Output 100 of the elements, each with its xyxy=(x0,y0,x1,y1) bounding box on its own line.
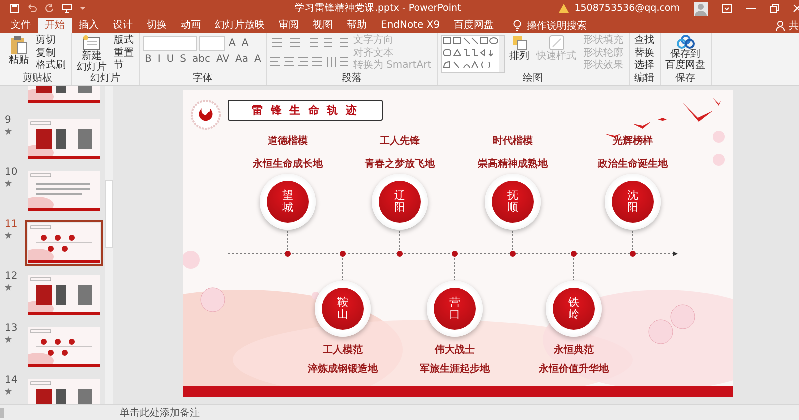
person-icon[interactable] xyxy=(776,20,785,30)
font-size-button[interactable]: A xyxy=(240,38,251,49)
font-size-field[interactable] xyxy=(199,36,225,51)
ribbon-tab[interactable]: 审阅 xyxy=(272,18,306,33)
group-label: 剪贴板 xyxy=(22,73,54,85)
notes-edge xyxy=(0,408,4,418)
milestone-subtitle: 永恒生命成长地 xyxy=(253,159,323,171)
share-button[interactable]: 共 xyxy=(789,18,799,32)
milestone-subtitle: 崇高精神成熟地 xyxy=(478,159,548,171)
save-icon[interactable] xyxy=(10,4,19,13)
ribbon-tab[interactable]: 视图 xyxy=(306,18,340,33)
notes-field[interactable]: 单击此处添加备注 xyxy=(120,406,200,420)
slideshow-icon[interactable] xyxy=(62,4,72,13)
ribbon-command[interactable]: 选择 xyxy=(632,60,657,72)
timeline-dot xyxy=(397,251,403,257)
milestone-subtitle: 永恒价值升华地 xyxy=(539,364,609,376)
ribbon-command[interactable]: 重置 xyxy=(112,48,136,60)
slide-number: 10 xyxy=(5,168,18,178)
close-icon[interactable] xyxy=(793,4,799,13)
slide-thumbnail[interactable] xyxy=(25,116,103,162)
font-format-button[interactable]: B xyxy=(143,54,154,65)
arrange-button[interactable]: 排列 xyxy=(508,35,532,62)
slide-thumbnail[interactable] xyxy=(25,272,103,318)
timeline-dot xyxy=(285,251,291,257)
font-format-button[interactable]: S xyxy=(178,54,189,65)
ribbon-command[interactable]: 剪切 xyxy=(34,35,68,48)
font-format-button[interactable]: AV xyxy=(214,54,232,65)
ribbon-tab[interactable]: 插入 xyxy=(72,18,106,33)
window-title: 学习雷锋精神党课.pptx - PowerPoint xyxy=(295,2,462,15)
slide-title: 雷 锋 生 命 轨 迹 xyxy=(228,100,383,121)
lightbulb-icon xyxy=(513,20,522,31)
caret-icon[interactable] xyxy=(80,6,86,11)
ribbon-command[interactable]: 格式刷 xyxy=(34,60,68,72)
restore-icon[interactable] xyxy=(770,4,779,13)
slide-thumbnail[interactable] xyxy=(25,220,103,266)
scrollbar[interactable] xyxy=(105,86,113,404)
ribbon-tab[interactable]: 动画 xyxy=(174,18,208,33)
group-label: 保存 xyxy=(674,73,697,85)
slide-number: 14 xyxy=(5,376,18,386)
leader-line xyxy=(632,230,634,254)
avatar-icon[interactable] xyxy=(694,2,708,16)
city-name: 鞍山 xyxy=(322,288,364,330)
redo-icon[interactable] xyxy=(45,4,54,13)
ribbon-tab[interactable]: 幻灯片放映 xyxy=(208,18,272,33)
group-label: 段落 xyxy=(341,73,364,85)
undo-icon[interactable] xyxy=(27,4,37,13)
font-format-button[interactable]: abc xyxy=(190,54,212,65)
slide-number: 11 xyxy=(5,220,18,230)
paste-button[interactable]: 粘贴 xyxy=(7,35,31,66)
milestone-title: 道德楷模 xyxy=(268,136,308,148)
ribbon-tab[interactable]: 帮助 xyxy=(340,18,374,33)
font-name-field[interactable] xyxy=(143,36,197,51)
account-name[interactable]: 1508753536@qq.com xyxy=(574,3,680,14)
city-name: 抚顺 xyxy=(492,181,534,223)
timeline-dot xyxy=(510,251,516,257)
font-format-button[interactable]: U xyxy=(164,54,176,65)
ribbon-tab[interactable]: 百度网盘 xyxy=(447,18,502,33)
slide-number: 9 xyxy=(5,116,12,126)
new-slide-button[interactable]: 新建 幻灯片 xyxy=(75,35,109,73)
shape-gallery[interactable] xyxy=(440,35,505,73)
city-name: 铁岭 xyxy=(553,288,595,330)
font-format-button[interactable]: I xyxy=(156,54,163,65)
font-format-button[interactable]: A xyxy=(252,54,264,65)
ribbon-tab[interactable]: 开始 xyxy=(38,18,72,33)
ribbon-tab[interactable]: 切换 xyxy=(140,18,174,33)
ribbon-command[interactable]: 复制 xyxy=(34,48,68,60)
milestone-title: 工人先锋 xyxy=(380,136,420,148)
timeline-dot xyxy=(452,251,458,257)
city-name: 望城 xyxy=(267,181,309,223)
save-to-cloud-button[interactable]: 保存到 百度网盘 xyxy=(664,35,708,71)
ribbon-command[interactable]: 版式 xyxy=(112,35,136,48)
slide-number: 12 xyxy=(5,272,18,282)
city-name: 沈阳 xyxy=(612,181,654,223)
ribbon-tab[interactable]: EndNote X9 xyxy=(374,18,448,33)
font-format-button[interactable]: Aa xyxy=(234,54,251,65)
search-field[interactable]: 操作说明搜索 xyxy=(513,18,588,33)
emblem-icon xyxy=(191,100,221,130)
ribbon-display-icon[interactable] xyxy=(722,4,732,13)
alignment-icons[interactable] xyxy=(270,56,348,68)
ribbon-tab[interactable]: 设计 xyxy=(106,18,140,33)
group-label: 幻灯片 xyxy=(90,73,122,85)
timeline-dot xyxy=(630,251,636,257)
list-format-icons[interactable] xyxy=(270,37,348,49)
milestone-subtitle: 军旅生涯起步地 xyxy=(420,364,490,376)
ribbon-command[interactable]: 查找 xyxy=(632,35,657,48)
ribbon-command[interactable]: 节 xyxy=(112,60,136,72)
ribbon-command[interactable]: 替换 xyxy=(632,48,657,60)
timeline-dot xyxy=(571,251,577,257)
milestone-title: 光辉榜样 xyxy=(613,136,653,148)
ribbon-tab[interactable]: 文件 xyxy=(4,18,38,33)
slide-thumbnail[interactable] xyxy=(25,168,103,214)
slide-thumbnail[interactable] xyxy=(25,324,103,370)
warning-icon xyxy=(558,4,569,13)
slide-number: 13 xyxy=(5,324,18,334)
milestone-subtitle: 政治生命诞生地 xyxy=(598,159,668,171)
cloud-rings-icon xyxy=(676,35,695,49)
milestone-subtitle: 淬炼成钢锻造地 xyxy=(308,364,378,376)
font-size-button[interactable]: A xyxy=(227,38,238,49)
group-label: 字体 xyxy=(192,73,214,85)
city-name: 辽阳 xyxy=(379,181,421,223)
